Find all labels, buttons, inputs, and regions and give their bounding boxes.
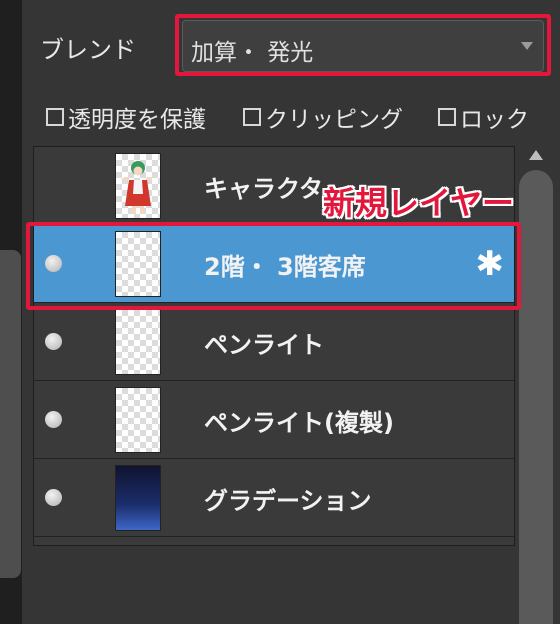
visibility-toggle[interactable]: [45, 411, 62, 428]
blend-mode-value: 加算・ 発光: [191, 40, 314, 66]
left-scrollbar[interactable]: [0, 250, 21, 578]
checkbox-icon[interactable]: [243, 108, 261, 126]
visibility-toggle[interactable]: [45, 489, 62, 506]
layer-name: 2階・ 3階客席: [204, 253, 366, 281]
visibility-toggle[interactable]: [45, 333, 62, 350]
option-label: 透明度を保護: [68, 107, 206, 133]
layer-thumbnail: [115, 387, 161, 453]
option-label: ロック: [460, 107, 529, 133]
layer-name: ペンライト(複製): [204, 409, 394, 437]
chevron-down-icon: [521, 42, 533, 50]
new-layer-annotation: 新規レイヤー: [323, 184, 515, 222]
scrollbar-thumb[interactable]: [519, 170, 553, 624]
layer-name: キャラクタ: [204, 175, 324, 203]
layer-name: グラデーション: [204, 487, 372, 515]
blend-mode-select[interactable]: 加算・ 発光: [182, 20, 544, 72]
visibility-toggle[interactable]: [45, 255, 62, 272]
layer-thumbnail: [115, 153, 161, 219]
layer-row-selected[interactable]: 2階・ 3階客席 ✱: [34, 225, 514, 303]
option-clipping[interactable]: クリッピング: [243, 100, 403, 134]
checkbox-icon[interactable]: [438, 108, 456, 126]
scroll-up-arrow[interactable]: [529, 150, 543, 160]
layer-row-penlight-copy[interactable]: ペンライト(複製): [34, 381, 514, 459]
gear-icon[interactable]: ✱: [476, 247, 505, 281]
option-label: クリッピング: [265, 107, 403, 133]
layer-thumbnail: [115, 231, 161, 297]
checkbox-icon[interactable]: [46, 108, 64, 126]
option-lock[interactable]: ロック: [438, 100, 529, 134]
option-protect-alpha[interactable]: 透明度を保護: [46, 100, 206, 134]
layer-row-gradation[interactable]: グラデーション: [34, 459, 514, 537]
layer-name: ペンライト: [204, 331, 324, 359]
layer-thumbnail: [115, 309, 161, 375]
blend-label: ブレンド: [40, 36, 136, 64]
character-thumbnail-art: [124, 161, 152, 214]
layer-row-penlight[interactable]: ペンライト: [34, 303, 514, 381]
layer-thumbnail: [115, 465, 161, 531]
